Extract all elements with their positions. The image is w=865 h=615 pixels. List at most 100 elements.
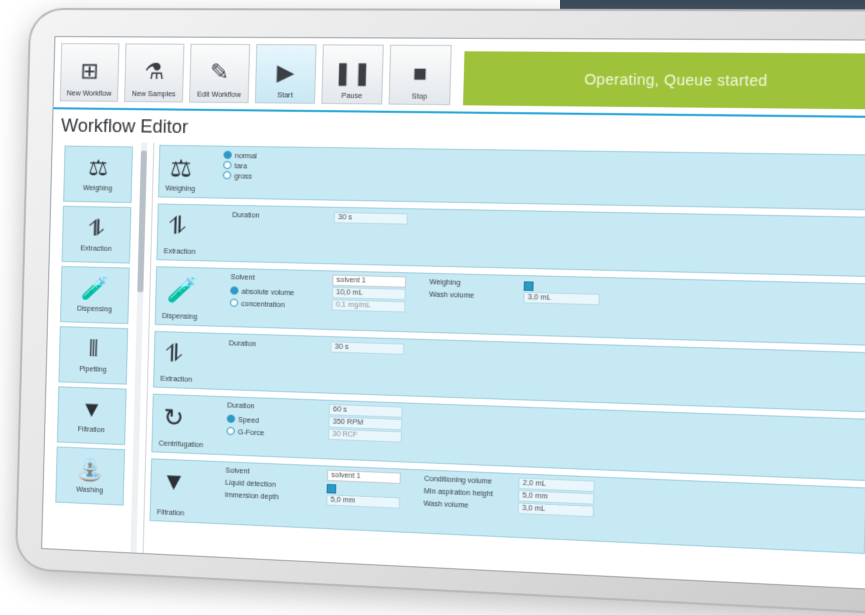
step-extraction[interactable]: ⥮ Extraction Duration 30 s xyxy=(156,203,865,278)
edit-workflow-label: Edit Workflow xyxy=(196,91,241,100)
wash-volume-label: Wash volume xyxy=(423,500,469,510)
liquid-detection-checkbox[interactable] xyxy=(326,483,337,494)
pause-button[interactable]: ❚❚ Pause xyxy=(321,44,384,105)
sidebar-item-label: Weighing xyxy=(82,184,113,193)
radio-button[interactable] xyxy=(226,414,236,424)
duration-label: Duration xyxy=(227,402,255,411)
liquid-detection-label: Liquid detection xyxy=(225,479,276,489)
sidebar-item-washing[interactable]: ⛲ Washing xyxy=(55,446,126,506)
wash-volume-label: Wash volume xyxy=(428,291,475,300)
option-label: G-Force xyxy=(237,429,265,438)
option-label: normal xyxy=(234,152,257,161)
sidebar-item-weighing[interactable]: ⚖ Weighing xyxy=(63,145,133,204)
immersion-depth-field[interactable]: 5,0 mm xyxy=(326,494,401,509)
stop-icon: ■ xyxy=(412,60,428,87)
funnel-icon: ▼ xyxy=(80,395,104,422)
duration-field[interactable]: 30 s xyxy=(333,211,408,225)
radio-button[interactable] xyxy=(222,171,232,180)
start-button[interactable]: ▶ Start xyxy=(254,44,317,104)
wash-volume-field[interactable]: 3,0 mL xyxy=(523,291,600,306)
radio-button[interactable] xyxy=(223,150,232,160)
option-absolute-volume[interactable]: absolute volume xyxy=(230,286,294,297)
sidebar-item-label: Washing xyxy=(76,485,104,495)
centrifuge-icon: ↻ xyxy=(163,404,185,433)
radio-button[interactable] xyxy=(230,286,239,295)
dispensing-icon: 🧪 xyxy=(80,274,110,301)
stop-label: Stop xyxy=(411,93,428,101)
absolute-volume-field[interactable]: 10,0 mL xyxy=(331,286,406,301)
step-name: Dispensing xyxy=(161,312,198,322)
play-icon: ▶ xyxy=(276,59,295,86)
wash-volume-field[interactable]: 3,0 mL xyxy=(517,502,595,518)
conditioning-volume-label: Conditioning volume xyxy=(424,475,493,486)
option-tara[interactable]: tara xyxy=(223,160,248,171)
pipetting-icon: ⫴ xyxy=(88,335,99,361)
extraction-icon: ⥮ xyxy=(168,212,187,241)
new-samples-button[interactable]: ⚗ New Samples xyxy=(124,43,185,103)
option-label: concentration xyxy=(241,300,285,310)
tablet-device: ⊞ New Workflow ⚗ New Samples ✎ Edit Work… xyxy=(14,7,865,615)
dispensing-icon: 🧪 xyxy=(166,276,198,305)
radio-button[interactable] xyxy=(229,298,239,307)
step-name: Centrifugation xyxy=(158,440,204,450)
stop-button[interactable]: ■ Stop xyxy=(388,44,452,106)
weighing-label: Weighing xyxy=(429,279,461,288)
new-workflow-button[interactable]: ⊞ New Workflow xyxy=(59,43,120,102)
new-workflow-label: New Workflow xyxy=(66,90,112,98)
edit-workflow-icon: ✎ xyxy=(209,59,230,85)
step-weighing[interactable]: ⚖ Weighing normal tara gross xyxy=(158,144,865,211)
new-samples-label: New Samples xyxy=(131,90,176,99)
step-name: Filtration xyxy=(156,509,185,518)
option-concentration[interactable]: concentration xyxy=(229,298,285,310)
pause-icon: ❚❚ xyxy=(332,59,373,86)
option-label: Speed xyxy=(238,417,260,425)
pause-label: Pause xyxy=(341,92,363,101)
g-force-field[interactable]: 30 RCF xyxy=(328,428,403,443)
extraction-icon: ⥮ xyxy=(164,340,184,369)
new-samples-icon: ⚗ xyxy=(143,58,165,85)
sidebar-item-dispensing[interactable]: 🧪 Dispensing xyxy=(59,265,130,325)
balance-icon: ⚖ xyxy=(169,155,193,183)
duration-label: Duration xyxy=(232,212,260,220)
sidebar-item-label: Filtration xyxy=(77,425,105,434)
option-gross[interactable]: gross xyxy=(222,171,253,181)
sidebar-item-label: Extraction xyxy=(80,244,112,253)
weighing-checkbox[interactable] xyxy=(523,281,534,291)
sidebar-item-filtration[interactable]: ▼ Filtration xyxy=(56,386,127,446)
workflow-steps-list: ⚖ Weighing normal tara gross ⥮ Extractio… xyxy=(149,144,865,589)
solvent-field[interactable]: solvent 1 xyxy=(326,469,401,484)
immersion-depth-label: Immersion depth xyxy=(224,491,279,502)
sidebar-scroll-thumb[interactable] xyxy=(137,150,148,293)
option-speed[interactable]: Speed xyxy=(226,414,260,425)
edit-workflow-button[interactable]: ✎ Edit Workflow xyxy=(189,43,251,104)
step-name: Extraction xyxy=(163,248,196,256)
extraction-icon: ⥮ xyxy=(88,214,105,241)
option-label: tara xyxy=(234,163,248,171)
sidebar-item-label: Pipetting xyxy=(79,365,107,374)
new-workflow-icon: ⊞ xyxy=(80,58,100,84)
step-palette-sidebar: ⚖ Weighing ⥮ Extraction 🧪 Dispensing ⫴ P… xyxy=(50,141,155,554)
solvent-field[interactable]: solvent 1 xyxy=(332,274,407,288)
tablet-screen: ⊞ New Workflow ⚗ New Samples ✎ Edit Work… xyxy=(41,36,865,591)
toolbar: ⊞ New Workflow ⚗ New Samples ✎ Edit Work… xyxy=(53,37,865,114)
step-name: Extraction xyxy=(160,375,193,384)
radio-button[interactable] xyxy=(226,426,235,436)
option-label: gross xyxy=(234,173,253,181)
option-normal[interactable]: normal xyxy=(223,150,257,161)
option-g-force[interactable]: G-Force xyxy=(226,426,265,438)
concentration-field[interactable]: 0,1 mg/mL xyxy=(331,299,406,313)
duration-label: Duration xyxy=(228,340,257,349)
page-title: Workflow Editor xyxy=(60,115,189,138)
radio-button[interactable] xyxy=(223,160,232,170)
balance-icon: ⚖ xyxy=(87,154,109,180)
step-name: Weighing xyxy=(165,185,196,194)
status-banner: Operating, Queue started xyxy=(463,51,865,110)
sidebar-item-pipetting[interactable]: ⫴ Pipetting xyxy=(58,326,129,385)
sidebar-item-extraction[interactable]: ⥮ Extraction xyxy=(61,205,132,264)
duration-field[interactable]: 30 s xyxy=(330,341,405,355)
min-aspiration-height-label: Min aspiration height xyxy=(423,488,493,499)
washing-icon: ⛲ xyxy=(76,455,105,483)
funnel-icon: ▼ xyxy=(161,467,187,497)
sidebar-item-label: Dispensing xyxy=(76,305,112,314)
option-label: absolute volume xyxy=(241,288,295,298)
